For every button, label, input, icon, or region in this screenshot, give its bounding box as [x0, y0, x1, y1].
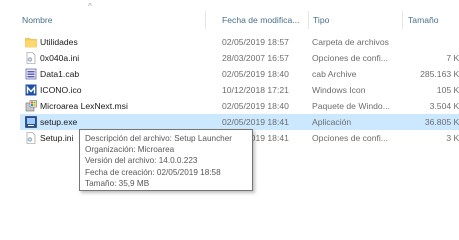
file-row-microarea-lexnext-msi[interactable]: Microarea LexNext.msi 02/05/2019 18:40 P… [20, 98, 459, 114]
file-name: Microarea LexNext.msi [40, 101, 128, 111]
tooltip-size: Tamaño: 35,9 MB [85, 178, 150, 188]
file-row-0x040a-ini[interactable]: 0x040a.ini 28/03/2007 16:57 Opciones de … [20, 50, 459, 66]
file-row-utilidades[interactable]: Utilidades 02/05/2019 18:57 Carpeta de a… [20, 34, 459, 50]
file-date: 28/03/2007 16:57 [222, 53, 289, 63]
file-name: Utilidades [40, 37, 78, 47]
column-divider[interactable] [205, 11, 206, 29]
file-name: setup.exe [40, 117, 78, 127]
cab-archive-icon [25, 68, 37, 80]
ini-file-icon [26, 52, 36, 64]
file-size [400, 34, 459, 50]
tooltip-description: Descripción del archivo: Setup Launcher [85, 134, 233, 143]
column-divider[interactable] [402, 11, 403, 29]
file-type: Paquete de Windo... [312, 101, 390, 111]
file-date: 02/05/2019 18:40 [222, 101, 289, 111]
tooltip-version: Versión del archivo: 14.0.0.223 [85, 156, 198, 166]
column-header-type[interactable]: Tipo [313, 10, 329, 30]
file-name: Data1.cab [40, 69, 80, 79]
file-row-setup-exe[interactable]: setup.exe 02/05/2019 18:41 Aplicación 36… [20, 114, 459, 130]
file-type: Windows Icon [312, 85, 366, 95]
ico-file-icon [25, 84, 37, 96]
file-size: 3 KB [446, 133, 459, 143]
file-type: Opciones de confi... [312, 53, 388, 63]
file-info-tooltip: Descripción del archivo: Setup Launcher … [79, 129, 253, 191]
msi-package-icon [25, 100, 37, 112]
exe-app-icon [25, 116, 37, 128]
file-size: 36.805 KB [424, 117, 459, 127]
file-size: 285.163 KB [420, 69, 459, 79]
ini-file-icon [26, 132, 36, 144]
file-type: Opciones de confi... [312, 133, 388, 143]
file-name: ICONO.ico [40, 85, 82, 95]
file-type: Aplicación [312, 117, 352, 127]
file-date: 02/05/2019 18:41 [222, 117, 289, 127]
file-date: 02/05/2019 18:40 [222, 69, 289, 79]
column-header-row: Nombre Fecha de modifica... Tipo Tamaño [0, 10, 459, 30]
column-divider[interactable] [308, 11, 309, 29]
file-row-data1-cab[interactable]: Data1.cab 02/05/2019 18:40 cab Archive 2… [20, 66, 459, 82]
folder-icon [25, 38, 37, 48]
tooltip-created: Fecha de creación: 02/05/2019 18:58 [85, 167, 221, 177]
file-size: 7 KB [446, 53, 459, 63]
file-size: 3.504 KB [429, 101, 459, 111]
column-header-name[interactable]: Nombre [22, 10, 53, 30]
file-date: 02/05/2019 18:57 [222, 37, 289, 47]
column-header-size[interactable]: Tamaño [408, 10, 439, 30]
file-size: 105 KB [436, 85, 459, 95]
file-type: Carpeta de archivos [312, 37, 389, 47]
file-row-icono-ico[interactable]: ICONO.ico 10/12/2018 17:21 Windows Icon … [20, 82, 459, 98]
column-header-date[interactable]: Fecha de modifica... [222, 10, 299, 30]
tooltip-organization: Organización: Microarea [85, 145, 175, 155]
file-date: 10/12/2018 17:21 [222, 85, 289, 95]
file-type: cab Archive [312, 69, 357, 79]
file-name: 0x040a.ini [40, 53, 80, 63]
